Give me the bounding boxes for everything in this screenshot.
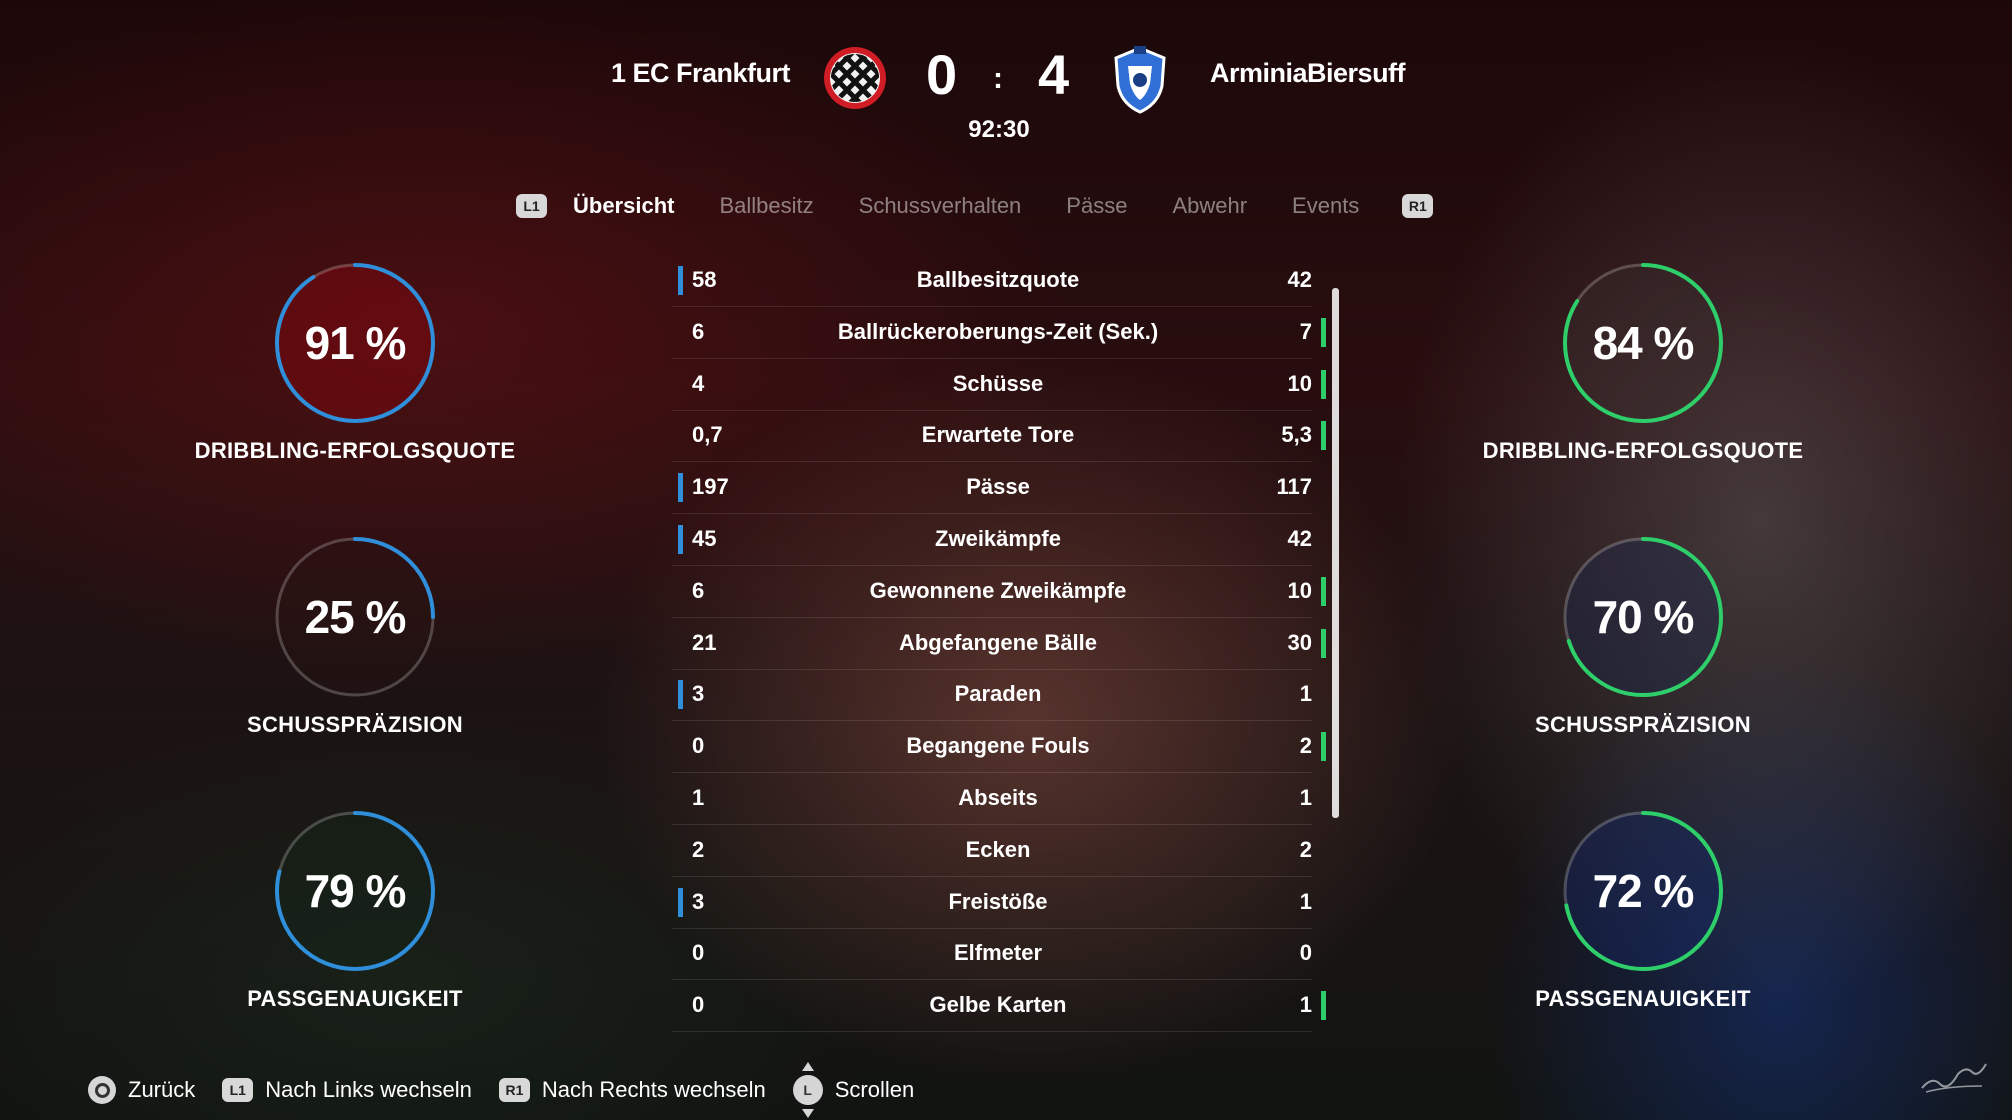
- stat-away-value: 0: [1299, 940, 1312, 966]
- tab-schussverhalten[interactable]: Schussverhalten: [859, 193, 1022, 219]
- away-pass-accuracy-value: 72 %: [1592, 865, 1695, 917]
- tab-abwehr[interactable]: Abwehr: [1172, 193, 1247, 219]
- stat-row: 6 Ballrückeroberungs-Zeit (Sek.) 7: [672, 307, 1326, 359]
- stat-away-value: 2: [1299, 733, 1312, 759]
- r1-button-icon[interactable]: R1: [1402, 194, 1434, 218]
- l1-button-icon[interactable]: L1: [516, 194, 547, 218]
- home-pass-accuracy-label: PASSGENAUIGKEIT: [247, 986, 463, 1011]
- stat-away-value: 2: [1299, 836, 1312, 862]
- stat-away-value: 10: [1287, 370, 1312, 396]
- away-lead-bar: [1321, 576, 1326, 606]
- stats-scrollbar[interactable]: [1332, 288, 1339, 818]
- stat-row: 3 Paraden 1: [672, 669, 1312, 722]
- stat-away-value: 1: [1299, 785, 1312, 810]
- stat-away-value: 30: [1287, 629, 1312, 655]
- stat-away-value: 7: [1299, 318, 1312, 344]
- scroll-label: Scrollen: [834, 1077, 915, 1102]
- stat-row: 197 Pässe 117: [672, 462, 1313, 515]
- tab-uebersicht[interactable]: Übersicht: [573, 193, 674, 219]
- away-lead-bar: [1321, 628, 1326, 658]
- circle-button-icon: [88, 1076, 116, 1104]
- stat-row: 45 Zweikämpfe 42: [672, 514, 1312, 566]
- tab-paesse[interactable]: Pässe: [1066, 193, 1127, 219]
- back-label: Zurück: [128, 1077, 196, 1102]
- watermark-icon: [1921, 1063, 1987, 1093]
- stat-row: 0 Gelbe Karten 1: [672, 980, 1326, 1033]
- home-shot-accuracy-value: 25 %: [304, 591, 407, 643]
- tab-ballbesitz[interactable]: Ballbesitz: [719, 193, 813, 219]
- stat-row: 6 Gewonnene Zweikämpfe 10: [672, 566, 1326, 618]
- stat-away-value: 42: [1287, 267, 1312, 292]
- switch-left-label: Nach Links wechseln: [265, 1077, 472, 1102]
- tab-events[interactable]: Events: [1292, 193, 1359, 219]
- score-separator: :: [993, 62, 1003, 95]
- stat-away-value: 1: [1299, 888, 1312, 914]
- stat-row: 0,7 Erwartete Tore 5,3: [672, 410, 1326, 463]
- away-pass-accuracy-label: PASSGENAUIGKEIT: [1535, 986, 1751, 1011]
- away-lead-bar: [1321, 317, 1326, 347]
- back-action[interactable]: Zurück: [88, 1076, 195, 1104]
- away-dribbling-label: DRIBBLING-ERFOLGSQUOTE: [1482, 438, 1804, 463]
- stat-row: 4 Schüsse 10: [672, 359, 1326, 411]
- home-dribbling-label: DRIBBLING-ERFOLGSQUOTE: [194, 438, 516, 463]
- switch-right-label: Nach Rechts wechseln: [541, 1077, 766, 1102]
- home-team-name: 1 EC Frankfurt: [610, 58, 791, 88]
- stat-row: 2 Ecken 2: [672, 825, 1312, 877]
- stat-away-value: 5,3: [1281, 422, 1312, 448]
- home-pass-accuracy-value: 79 %: [304, 865, 407, 917]
- stat-away-value: 42: [1287, 526, 1312, 551]
- stat-row: 1 Abseits 1: [672, 773, 1312, 825]
- home-score: 0: [926, 43, 958, 106]
- stats-tab-bar: L1 Übersicht Ballbesitz Schussverhalten …: [516, 188, 1434, 224]
- switch-left-action[interactable]: L1 Nach Links wechseln: [222, 1077, 472, 1103]
- away-lead-bar: [1321, 369, 1326, 399]
- away-lead-bar: [1321, 991, 1326, 1021]
- home-shot-accuracy-label: SCHUSSPRÄZISION: [247, 712, 463, 737]
- stat-away-value: 1: [1299, 681, 1312, 707]
- stat-row: 0 Elfmeter 0: [672, 928, 1312, 981]
- away-score: 4: [1038, 43, 1070, 106]
- stat-away-value: 1: [1299, 992, 1312, 1018]
- stat-row: 3 Freistöße 1: [672, 877, 1312, 929]
- away-shot-accuracy-value: 70 %: [1592, 591, 1695, 643]
- scroll-action[interactable]: L Scrollen: [792, 1062, 915, 1118]
- r1-button-icon: R1: [498, 1078, 530, 1102]
- switch-right-action[interactable]: R1 Nach Rechts wechseln: [498, 1077, 766, 1103]
- away-dribbling-value: 84 %: [1592, 317, 1695, 369]
- away-lead-bar: [1321, 732, 1326, 762]
- left-stick-icon: L: [792, 1062, 823, 1118]
- stat-away-value: 10: [1287, 577, 1312, 603]
- away-team-name: ArminiaBiersuff: [1210, 58, 1406, 88]
- row-divider: [672, 1031, 1312, 1033]
- stat-away-value: 117: [1276, 474, 1313, 500]
- footer-controls: Zurück L1 Nach Links wechseln R1 Nach Re…: [88, 1062, 941, 1118]
- stat-row: 58 Ballbesitzquote 42: [672, 255, 1312, 307]
- match-clock: 92:30: [968, 116, 1030, 143]
- stat-row: 0 Begangene Fouls 2: [672, 721, 1326, 774]
- home-dribbling-value: 91 %: [304, 317, 407, 369]
- away-crest-icon: [1114, 46, 1166, 114]
- away-lead-bar: [1321, 421, 1326, 451]
- stat-row: 21 Abgefangene Bälle 30: [672, 618, 1326, 670]
- away-shot-accuracy-label: SCHUSSPRÄZISION: [1535, 712, 1751, 737]
- home-crest-icon: [824, 47, 886, 109]
- l1-button-icon: L1: [222, 1078, 254, 1102]
